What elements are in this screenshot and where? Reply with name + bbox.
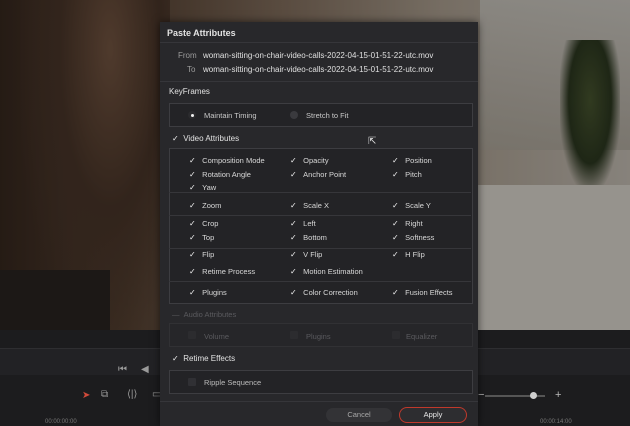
timecode-left: 00:00:00:00 [45,419,77,425]
from-label: From [178,51,197,60]
retime-effects-checkbox[interactable]: ✓ Retime Effects [172,354,235,363]
motion-estimation-checkbox[interactable]: ✓ Motion Estimation [290,267,363,276]
divider [160,81,478,82]
divider [169,281,471,282]
ripple-sequence-label: Ripple Sequence [204,378,262,387]
fusion-effects-checkbox[interactable]: ✓ Fusion Effects [392,288,453,297]
v-flip-checkbox[interactable]: ✓ V Flip [290,250,322,259]
divider [169,192,471,193]
ripple-sequence-checkbox[interactable] [188,378,196,386]
zoom-slider-knob[interactable] [530,392,537,399]
audio-plugins-checkbox[interactable] [290,331,298,339]
divider [160,401,478,402]
yaw-checkbox[interactable]: ✓ Yaw [189,183,216,192]
timecode-right: 00:00:14:00 [540,419,572,425]
play-reverse-icon[interactable]: ◀ [141,364,149,375]
color-correction-checkbox[interactable]: ✓ Color Correction [290,288,358,297]
anchor-point-checkbox[interactable]: ✓ Anchor Point [290,170,346,179]
flip-checkbox[interactable]: ✓ Flip [189,250,214,259]
crop-checkbox[interactable]: ✓ Crop [189,219,218,228]
zoom-in-icon[interactable]: + [555,389,561,401]
h-flip-checkbox[interactable]: ✓ H Flip [392,250,425,259]
video-attributes-checkbox[interactable]: ✓ Video Attributes [172,134,239,143]
dialog-title: Paste Attributes [167,28,236,38]
mouse-pointer-icon: ⇱ [368,136,377,147]
skip-back-icon[interactable]: ⏮ [118,364,127,375]
opacity-checkbox[interactable]: ✓ Opacity [290,156,329,165]
audio-plugins-label: Plugins [306,332,331,341]
softness-checkbox[interactable]: ✓ Softness [392,233,434,242]
select-tool-icon[interactable]: ➤ [82,390,90,401]
plugins-checkbox[interactable]: ✓ Plugins [189,288,227,297]
pitch-checkbox[interactable]: ✓ Pitch [392,170,422,179]
checkmark-icon: ✓ [172,134,179,143]
left-checkbox[interactable]: ✓ Left [290,219,316,228]
top-checkbox[interactable]: ✓ Top [189,233,214,242]
divider [169,248,471,249]
stretch-to-fit-label[interactable]: Stretch to Fit [306,111,349,120]
cancel-button[interactable]: Cancel [326,408,392,422]
audio-attributes-checkbox[interactable]: — Audio Attributes [172,310,236,319]
keyframes-label: KeyFrames [169,87,210,96]
zoom-out-icon[interactable]: − [478,389,484,401]
bottom-checkbox[interactable]: ✓ Bottom [290,233,327,242]
from-value: woman-sitting-on-chair-video-calls-2022-… [203,51,434,60]
retime-process-checkbox[interactable]: ✓ Retime Process [189,267,255,276]
volume-label: Volume [204,332,230,341]
to-value: woman-sitting-on-chair-video-calls-2022-… [203,65,434,74]
zoom-checkbox[interactable]: ✓ Zoom [189,201,221,210]
trim-tool-icon[interactable]: ⧉ [101,389,108,400]
stretch-to-fit-radio[interactable] [290,111,298,119]
volume-checkbox[interactable] [188,331,196,339]
dynamic-trim-icon[interactable]: ⟨|⟩ [127,389,137,400]
scale-y-checkbox[interactable]: ✓ Scale Y [392,201,431,210]
position-checkbox[interactable]: ✓ Position [392,156,432,165]
divider [160,42,478,43]
divider [169,215,471,216]
paste-attributes-dialog: Paste Attributes From woman-sitting-on-c… [160,22,478,426]
rotation-angle-checkbox[interactable]: ✓ Rotation Angle [189,170,251,179]
equalizer-label: Equalizer [406,332,438,341]
apply-button[interactable]: Apply [399,407,467,423]
maintain-timing-label[interactable]: Maintain Timing [204,111,257,120]
equalizer-checkbox[interactable] [392,331,400,339]
scale-x-checkbox[interactable]: ✓ Scale X [290,201,329,210]
to-label: To [187,65,196,74]
right-checkbox[interactable]: ✓ Right [392,219,423,228]
maintain-timing-radio[interactable] [188,111,196,119]
composition-mode-checkbox[interactable]: ✓ Composition Mode [189,156,265,165]
